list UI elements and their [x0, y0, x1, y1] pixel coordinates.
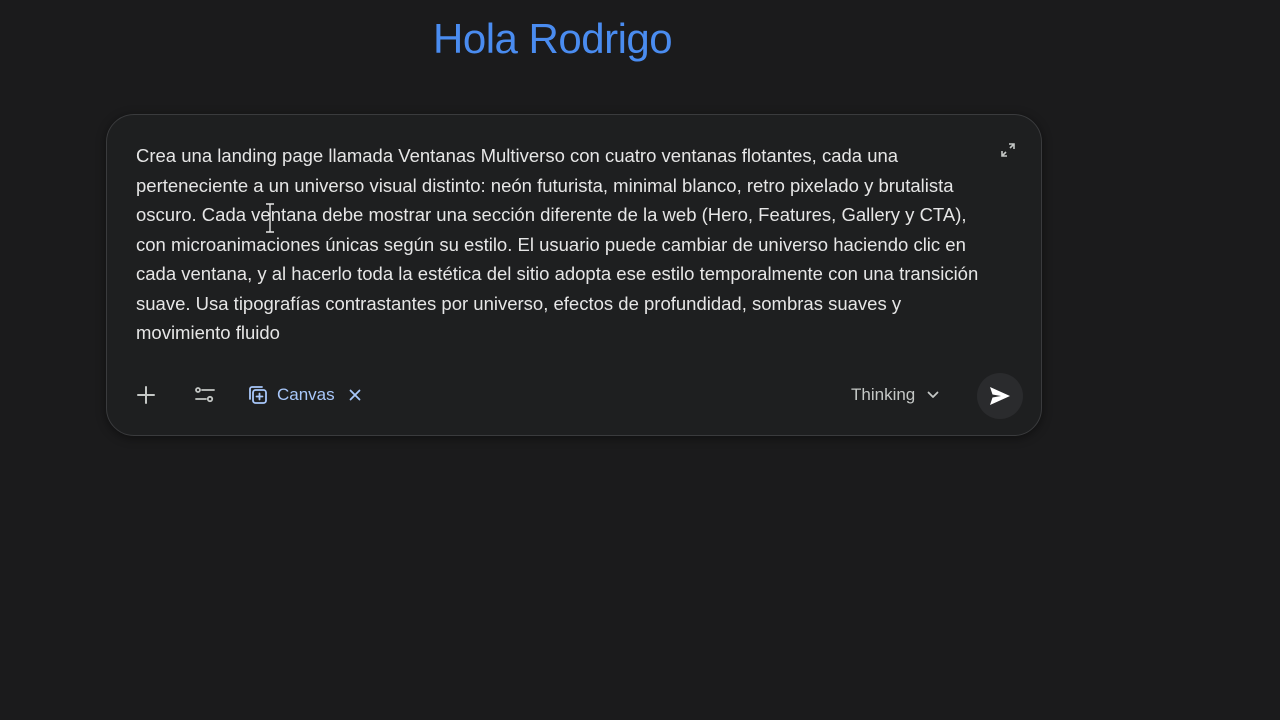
sliders-icon: [195, 387, 215, 403]
composer-toolbar: Canvas Thinking: [107, 373, 1041, 419]
send-icon: [990, 387, 1010, 405]
canvas-icon: [249, 386, 267, 404]
canvas-chip[interactable]: Canvas: [247, 380, 361, 410]
expand-icon: [1001, 143, 1015, 157]
add-button[interactable]: [128, 377, 164, 413]
canvas-remove-button[interactable]: [349, 389, 361, 401]
send-button[interactable]: [977, 373, 1023, 419]
model-label: Thinking: [851, 385, 916, 404]
greeting-title: Hola Rodrigo: [433, 15, 673, 62]
prompt-composer[interactable]: Crea una landing page llamada Ventanas M…: [106, 114, 1042, 436]
tools-button[interactable]: [187, 377, 223, 413]
expand-button[interactable]: [999, 141, 1017, 159]
model-selector[interactable]: Thinking: [851, 380, 939, 410]
close-icon: [349, 389, 361, 401]
prompt-input[interactable]: Crea una landing page llamada Ventanas M…: [136, 141, 996, 348]
plus-icon: [137, 386, 155, 404]
canvas-label: Canvas: [277, 385, 335, 404]
gemini-home: Hola Rodrigo Crea una landing page llama…: [0, 0, 1280, 720]
chevron-down-icon: [927, 391, 939, 398]
